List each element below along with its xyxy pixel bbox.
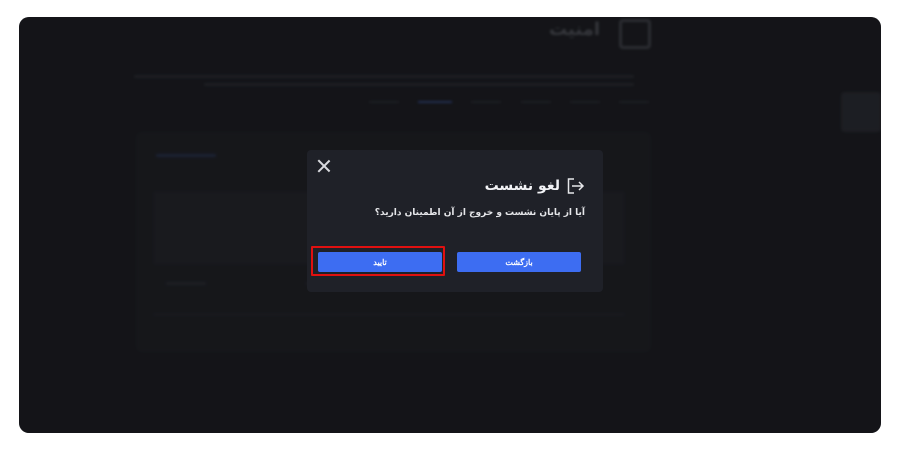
back-button[interactable]: بازگشت — [457, 252, 581, 272]
close-icon[interactable] — [317, 159, 331, 173]
app-frame: امنیت لغو نشست آیا از پایان نشست و خروج … — [19, 17, 881, 433]
dialog-header: لغو نشست — [485, 178, 585, 194]
dialog-message: آیا از پایان نشست و خروج از آن اطمینان د… — [374, 208, 585, 218]
end-session-dialog: لغو نشست آیا از پایان نشست و خروج از آن … — [307, 150, 603, 292]
confirm-button[interactable]: تایید — [318, 252, 442, 272]
logout-icon — [567, 178, 585, 194]
dialog-title: لغو نشست — [484, 178, 560, 194]
